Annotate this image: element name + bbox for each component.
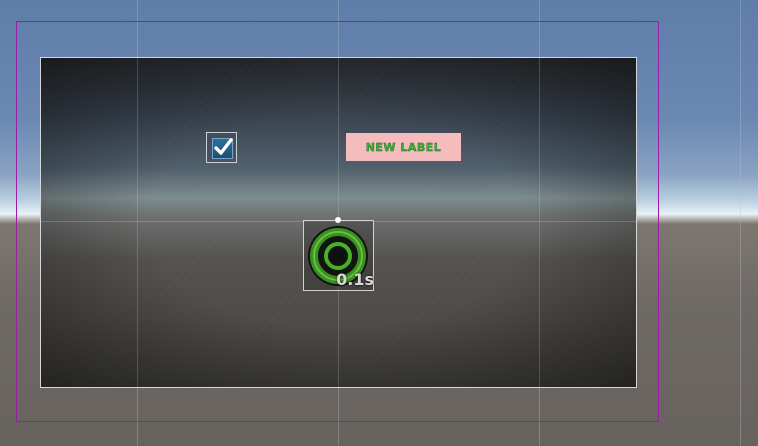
cooldown-image[interactable]: 0.1s bbox=[303, 217, 374, 291]
toggle-checkbox[interactable] bbox=[206, 132, 237, 163]
scene-grid-line bbox=[740, 0, 741, 446]
cooldown-time: 0.1s bbox=[336, 270, 374, 289]
pivot-handle-icon[interactable] bbox=[335, 217, 341, 223]
view-grid-line bbox=[137, 58, 138, 387]
game-view: NEW LABEL 0.1s bbox=[40, 57, 637, 388]
new-label-text[interactable]: NEW LABEL bbox=[346, 133, 461, 161]
view-grid-line bbox=[539, 58, 540, 387]
checkmark-icon bbox=[214, 138, 233, 155]
